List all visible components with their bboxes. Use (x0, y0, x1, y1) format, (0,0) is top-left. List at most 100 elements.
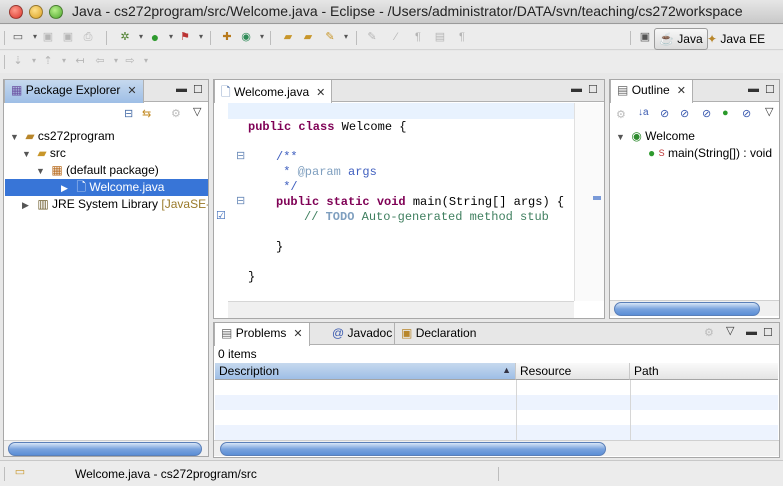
search-dropdown-icon[interactable]: ▾ (338, 29, 354, 45)
minimize-icon[interactable]: ▬ (748, 83, 759, 95)
scrollbar-thumb[interactable] (8, 442, 202, 456)
chevron-down-icon[interactable]: ▼ (10, 129, 22, 146)
scrollbar-thumb[interactable] (614, 302, 760, 316)
tab-welcome-java[interactable]: 🗋 Welcome.java ✕ (214, 80, 333, 103)
outline-item-class[interactable]: ▼ ◉ Welcome (616, 128, 695, 145)
chevron-down-icon[interactable]: ▼ (22, 146, 34, 163)
minimize-icon[interactable]: ▬ (571, 83, 582, 95)
hide-fields-icon[interactable]: ⚙ (616, 108, 626, 121)
close-icon[interactable]: ✕ (677, 85, 686, 97)
tree-item-src[interactable]: ▼ ▰ src (22, 145, 206, 162)
editor-horizontal-scrollbar[interactable] (228, 301, 574, 318)
open-perspective-icon[interactable]: ▣ (637, 29, 653, 45)
external-tools-dropdown-icon[interactable]: ▾ (193, 29, 209, 45)
minimize-icon[interactable]: ▬ (746, 326, 757, 338)
search-icon[interactable]: ✎ (322, 29, 338, 45)
fast-view-icon[interactable]: ▭ (12, 464, 28, 480)
external-tools-icon[interactable]: ⚑ (177, 29, 193, 45)
tab-outline[interactable]: ▤ Outline ✕ (610, 80, 693, 103)
forward-icon[interactable]: ⇨ (122, 53, 138, 69)
close-icon[interactable]: ✕ (316, 87, 325, 99)
perspective-java-ee-button[interactable]: ✦ Java EE (702, 28, 770, 50)
tree-item-default-package[interactable]: ▼ ▦ (default package) (36, 162, 206, 179)
save-all-icon[interactable]: ▣ (60, 29, 76, 45)
show-whitespace-icon[interactable]: ¶ (410, 29, 426, 45)
fold-javadoc-icon[interactable]: ⊟ (236, 149, 245, 162)
debug-icon[interactable]: ✲ (117, 29, 133, 45)
outline-item-method[interactable]: ● S main(String[]) : void (648, 145, 778, 162)
tab-javadoc[interactable]: @ Javadoc (326, 323, 398, 345)
hide-static-icon[interactable]: ⊘ (680, 107, 689, 120)
view-menu-icon[interactable]: ▽ (193, 105, 201, 118)
perspective-java-button[interactable]: ☕ Java (654, 28, 708, 50)
horizontal-scrollbar[interactable] (610, 300, 779, 316)
chevron-down-icon[interactable]: ▼ (616, 129, 628, 146)
close-window-button[interactable] (9, 5, 23, 19)
overview-ruler[interactable] (574, 103, 604, 301)
save-icon[interactable]: ▣ (40, 29, 56, 45)
column-header-path[interactable]: Path (630, 363, 778, 380)
previous-annotation-icon[interactable]: ⇡ (40, 53, 56, 69)
maximize-icon[interactable]: ☐ (763, 326, 773, 339)
focus-icon[interactable]: ⊘ (742, 107, 751, 120)
column-header-description[interactable]: Description ▲ (215, 363, 516, 380)
column-header-resource[interactable]: Resource (516, 363, 630, 380)
filters-icon[interactable]: ⚙ (171, 107, 181, 120)
back-icon[interactable]: ⇦ (92, 53, 108, 69)
editor-view: 🗋 Welcome.java ✕ ▬ ☐ public class Welcome… (213, 79, 605, 319)
new-java-package-icon[interactable]: ✚ (219, 29, 235, 45)
editor-text-area[interactable]: public class Welcome { /** * @param args… (228, 103, 574, 301)
hide-local-types-icon[interactable]: ● (722, 107, 729, 119)
problems-table[interactable]: Description ▲ Resource Path (215, 363, 778, 441)
chevron-down-icon[interactable]: ▼ (36, 163, 48, 180)
close-icon[interactable]: ✕ (293, 328, 302, 340)
tree-item-jre-library[interactable]: ▶ ▥ JRE System Library [JavaSE-1 (22, 196, 208, 213)
next-annotation-icon[interactable]: ⇣ (10, 53, 26, 69)
zoom-window-button[interactable] (49, 5, 63, 19)
new-icon[interactable]: ▭ (10, 29, 26, 45)
pilcrow-icon[interactable]: ¶ (454, 29, 470, 45)
maximize-icon[interactable]: ☐ (765, 83, 775, 96)
last-edit-icon[interactable]: ↤ (72, 53, 88, 69)
toggle-block-selection-icon[interactable]: ⁄ (388, 29, 404, 45)
horizontal-scrollbar[interactable] (214, 440, 779, 456)
toggle-breadcrumb-icon[interactable]: ▤ (432, 29, 448, 45)
scrollbar-thumb[interactable] (220, 442, 606, 456)
chevron-right-icon[interactable]: ▶ (61, 180, 73, 197)
minimize-icon[interactable]: ▬ (176, 83, 187, 95)
tree-item-project[interactable]: ▼ ▰ cs272program (10, 128, 206, 145)
package-explorer-tabbar: ▦ Package Explorer ✕ ▬ ☐ (4, 80, 208, 103)
toolbar-separator (106, 31, 107, 45)
run-icon[interactable]: ● (147, 29, 163, 45)
new-class-dropdown-icon[interactable]: ▾ (254, 29, 270, 45)
sort-icon[interactable]: ↓a (638, 107, 649, 118)
tab-problems[interactable]: ▤ Problems ✕ (214, 323, 310, 346)
fold-method-icon[interactable]: ⊟ (236, 194, 245, 207)
task-marker-icon[interactable]: ☑ (216, 209, 226, 222)
minimize-window-button[interactable] (29, 5, 43, 19)
view-menu-icon[interactable]: ▽ (765, 105, 773, 118)
horizontal-scrollbar[interactable] (4, 440, 208, 456)
print-icon[interactable]: ⎙ (80, 29, 96, 45)
tree-item-welcome-java[interactable]: ▶ 🗋 Welcome.java (5, 179, 208, 196)
open-task-icon[interactable]: ▰ (300, 29, 316, 45)
hide-fields-filter-icon[interactable]: ⊘ (660, 107, 669, 120)
maximize-icon[interactable]: ☐ (193, 83, 203, 96)
close-icon[interactable]: ✕ (127, 85, 136, 97)
tab-declaration[interactable]: ▣ Declaration (394, 323, 482, 345)
chevron-right-icon[interactable]: ▶ (22, 197, 34, 213)
view-menu-icon[interactable]: ▽ (726, 324, 734, 337)
collapse-all-icon[interactable]: ⊟ (124, 107, 133, 120)
link-with-editor-icon[interactable]: ⇆ (142, 107, 151, 120)
hide-non-public-icon[interactable]: ⊘ (702, 107, 711, 120)
open-type-icon[interactable]: ▰ (280, 29, 296, 45)
task-overview-marker[interactable] (593, 196, 601, 200)
filters-icon[interactable]: ⚙ (704, 326, 714, 339)
forward-dropdown-icon[interactable]: ▾ (138, 53, 154, 69)
java-file-icon: 🗋 (76, 180, 86, 194)
new-java-class-icon[interactable]: ◉ (238, 29, 254, 45)
maximize-icon[interactable]: ☐ (588, 83, 598, 96)
previous-annotation-dropdown-icon[interactable]: ▾ (56, 53, 72, 69)
tab-package-explorer[interactable]: ▦ Package Explorer ✕ (4, 80, 144, 103)
toggle-mark-occurrences-icon[interactable]: ✎ (364, 29, 380, 45)
